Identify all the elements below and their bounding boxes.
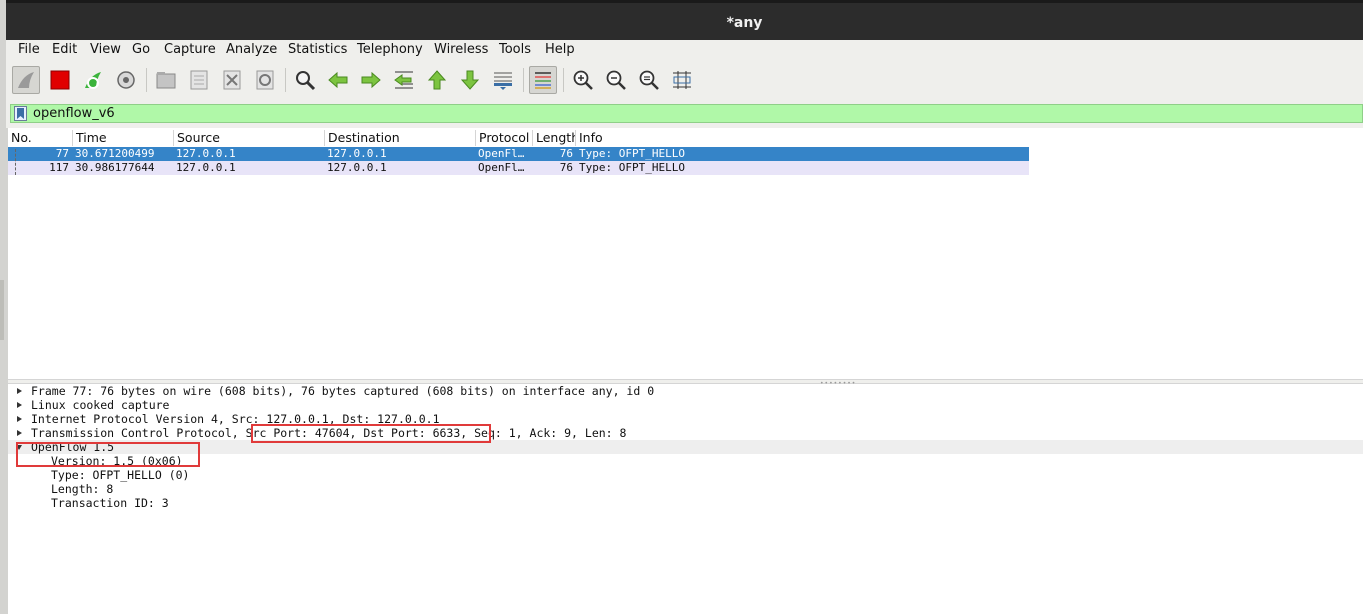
- first-packet-icon[interactable]: [423, 66, 451, 94]
- column-header-length[interactable]: Length: [532, 130, 575, 146]
- tree-item-label: Transaction ID: 3: [51, 496, 169, 510]
- toolbar-separator: [285, 68, 286, 92]
- packet-protocol: OpenFl…: [478, 161, 525, 174]
- packet-no: 117: [49, 161, 69, 174]
- expand-triangle-icon[interactable]: [17, 402, 22, 408]
- reload-file-icon[interactable]: [251, 66, 279, 94]
- display-filter-bar: openflow_v6: [6, 100, 1363, 128]
- related-packet-marker: [15, 149, 16, 175]
- menu-help[interactable]: Help: [545, 42, 575, 57]
- menu-bar: File Edit View Go Capture Analyze Statis…: [6, 40, 1363, 60]
- zoom-in-icon[interactable]: [569, 66, 597, 94]
- packet-info: Type: OFPT_HELLO: [579, 147, 685, 160]
- column-header-info[interactable]: Info: [575, 130, 1029, 146]
- annotation-box-ports: [251, 424, 491, 443]
- tree-item-label: Type: OFPT_HELLO (0): [51, 468, 190, 482]
- toolbar-separator: [563, 68, 564, 92]
- column-header-time[interactable]: Time: [72, 130, 173, 146]
- annotation-box-openflow-version: [16, 442, 200, 467]
- go-forward-icon[interactable]: [357, 66, 385, 94]
- packet-destination: 127.0.0.1: [327, 161, 387, 174]
- main-toolbar: [6, 60, 1363, 100]
- menu-edit[interactable]: Edit: [52, 42, 77, 57]
- menu-wireless[interactable]: Wireless: [434, 42, 488, 57]
- tree-item-label: Linux cooked capture: [31, 398, 170, 412]
- menu-view[interactable]: View: [90, 42, 121, 57]
- window-title: *any: [726, 15, 763, 31]
- packet-list-header: No. Time Source Destination Protocol Len…: [8, 129, 1363, 148]
- menu-capture[interactable]: Capture: [164, 42, 216, 57]
- column-header-no[interactable]: No.: [8, 130, 72, 146]
- tree-item-transaction-id[interactable]: Transaction ID: 3: [8, 496, 1363, 510]
- toolbar-separator: [146, 68, 147, 92]
- menu-tools[interactable]: Tools: [499, 42, 531, 57]
- display-filter-input[interactable]: openflow_v6: [10, 104, 1363, 123]
- capture-options-icon[interactable]: [112, 66, 140, 94]
- last-packet-icon[interactable]: [456, 66, 484, 94]
- tree-item-label: Frame 77: 76 bytes on wire (608 bits), 7…: [31, 384, 655, 398]
- resize-columns-icon[interactable]: [668, 66, 696, 94]
- expand-triangle-icon[interactable]: [17, 416, 22, 422]
- menu-go[interactable]: Go: [132, 42, 150, 57]
- display-filter-value: openflow_v6: [33, 106, 115, 121]
- tcp-suffix: Seq: 1, Ack: 9, Len: 8: [467, 426, 627, 440]
- column-header-source[interactable]: Source: [173, 130, 324, 146]
- packet-list: [8, 147, 1363, 379]
- column-header-protocol[interactable]: Protocol: [475, 130, 532, 146]
- menu-file[interactable]: File: [18, 42, 40, 57]
- packet-protocol: OpenFl…: [478, 147, 525, 160]
- auto-scroll-icon[interactable]: [489, 66, 517, 94]
- tcp-prefix: Transmission Control Protocol,: [31, 426, 246, 440]
- shark-fin-start-icon[interactable]: [12, 66, 40, 94]
- menu-statistics[interactable]: Statistics: [288, 42, 347, 57]
- left-edge-tab: [0, 280, 4, 340]
- packet-source: 127.0.0.1: [176, 161, 236, 174]
- packet-destination: 127.0.0.1: [327, 147, 387, 160]
- tree-item-length[interactable]: Length: 8: [8, 482, 1363, 496]
- packet-no: 77: [55, 147, 69, 160]
- tree-item-version[interactable]: Version: 1.5 (0x06): [8, 454, 1363, 468]
- title-bar: *any: [6, 0, 1363, 40]
- tree-item-label: Length: 8: [51, 482, 114, 496]
- packet-time: 30.671200499: [75, 147, 155, 160]
- open-file-icon[interactable]: [152, 66, 180, 94]
- tree-item-ipv4[interactable]: Internet Protocol Version 4, Src: 127.0.…: [8, 412, 1363, 426]
- close-file-icon[interactable]: [218, 66, 246, 94]
- stop-capture-icon[interactable]: [46, 66, 74, 94]
- go-back-icon[interactable]: [324, 66, 352, 94]
- restart-capture-icon[interactable]: [79, 66, 107, 94]
- tree-item-frame[interactable]: Frame 77: 76 bytes on wire (608 bits), 7…: [8, 384, 1363, 398]
- menu-analyze[interactable]: Analyze: [226, 42, 277, 57]
- save-file-icon[interactable]: [185, 66, 213, 94]
- tree-item-linux-cooked[interactable]: Linux cooked capture: [8, 398, 1363, 412]
- toolbar-separator: [523, 68, 524, 92]
- bookmark-icon[interactable]: [14, 106, 27, 121]
- go-to-packet-icon[interactable]: [390, 66, 418, 94]
- packet-row[interactable]: 77 30.671200499 127.0.0.1 127.0.0.1 Open…: [8, 147, 1029, 161]
- expand-triangle-icon[interactable]: [17, 388, 22, 394]
- tree-item-type[interactable]: Type: OFPT_HELLO (0): [8, 468, 1363, 482]
- packet-source: 127.0.0.1: [176, 147, 236, 160]
- normal-size-icon[interactable]: [635, 66, 663, 94]
- expand-triangle-icon[interactable]: [17, 430, 22, 436]
- packet-time: 30.986177644: [75, 161, 155, 174]
- tree-item-openflow[interactable]: OpenFlow 1.5: [8, 440, 1363, 454]
- column-header-destination[interactable]: Destination: [324, 130, 475, 146]
- packet-row[interactable]: 117 30.986177644 127.0.0.1 127.0.0.1 Ope…: [8, 161, 1029, 175]
- zoom-out-icon[interactable]: [602, 66, 630, 94]
- find-packet-icon[interactable]: [291, 66, 319, 94]
- packet-info: Type: OFPT_HELLO: [579, 161, 685, 174]
- tree-item-tcp[interactable]: Transmission Control Protocol, Src Port:…: [8, 426, 1363, 440]
- colorize-icon[interactable]: [529, 66, 557, 94]
- menu-telephony[interactable]: Telephony: [357, 42, 423, 57]
- packet-length: 76: [559, 147, 573, 160]
- packet-length: 76: [559, 161, 573, 174]
